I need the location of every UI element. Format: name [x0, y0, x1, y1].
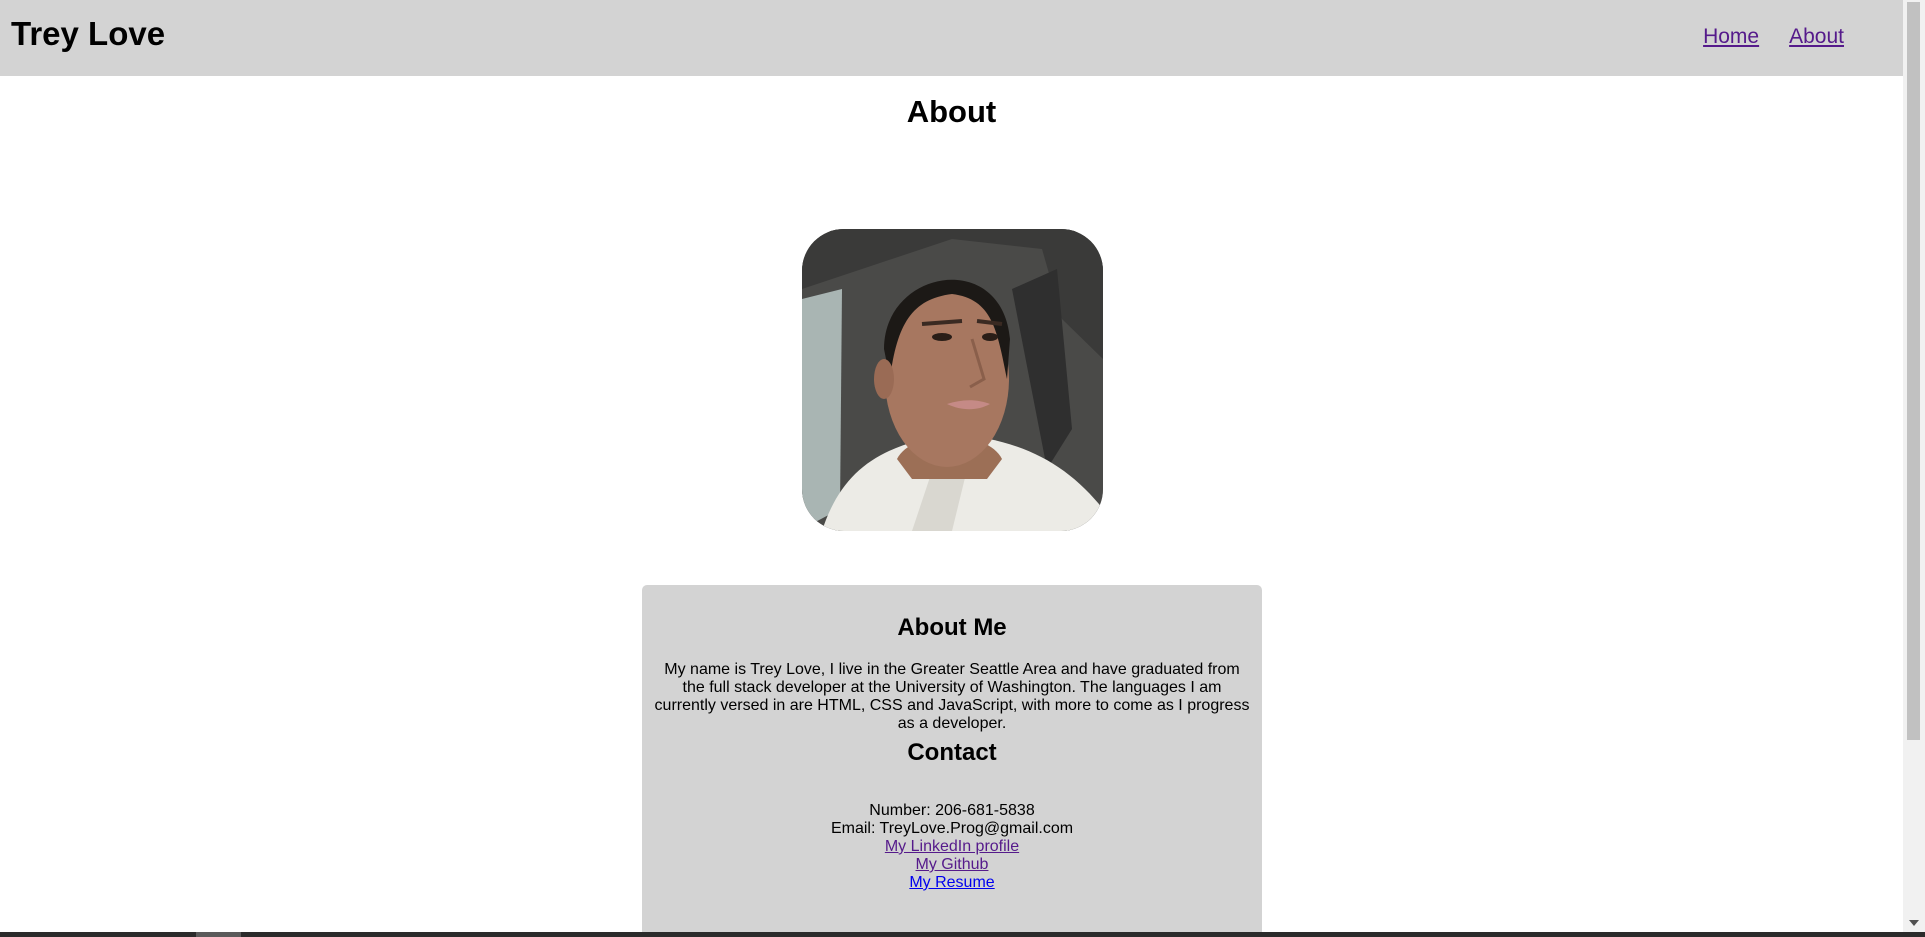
- about-card: About Me My name is Trey Love, I live in…: [642, 585, 1262, 932]
- profile-photo-icon: [802, 229, 1103, 531]
- github-link[interactable]: My Github: [916, 856, 989, 873]
- contact-heading: Contact: [907, 739, 997, 766]
- profile-photo: [802, 229, 1103, 531]
- linkedin-link[interactable]: My LinkedIn profile: [885, 838, 1019, 855]
- scrollbar-thumb[interactable]: [1907, 2, 1920, 740]
- contact-github-row: My Github: [642, 856, 1262, 874]
- page-title: About: [906, 94, 997, 129]
- resume-link[interactable]: My Resume: [909, 874, 994, 891]
- contact-list: Number: 206-681-5838 Email: TreyLove.Pro…: [642, 802, 1262, 892]
- nav-link-about[interactable]: About: [1789, 23, 1844, 51]
- nav-link-home[interactable]: Home: [1703, 23, 1759, 51]
- site-header: Trey Love Home About: [0, 0, 1903, 76]
- main-nav: Home About: [1703, 23, 1844, 51]
- horizontal-scrollbar[interactable]: [0, 932, 1925, 937]
- about-text: My name is Trey Love, I live in the Grea…: [654, 661, 1250, 732]
- contact-linkedin-row: My LinkedIn profile: [642, 838, 1262, 856]
- scroll-down-arrow-icon[interactable]: [1909, 920, 1919, 926]
- contact-resume-row: My Resume: [642, 874, 1262, 892]
- contact-number: Number: 206-681-5838: [869, 802, 1035, 819]
- page: Trey Love Home About About About Me My n…: [0, 0, 1903, 932]
- about-heading: About Me: [897, 614, 1007, 641]
- horizontal-scrollbar-thumb[interactable]: [196, 932, 241, 937]
- vertical-scrollbar[interactable]: [1903, 0, 1925, 932]
- contact-email: Email: TreyLove.Prog@gmail.com: [830, 820, 1074, 837]
- site-title: Trey Love: [11, 15, 166, 52]
